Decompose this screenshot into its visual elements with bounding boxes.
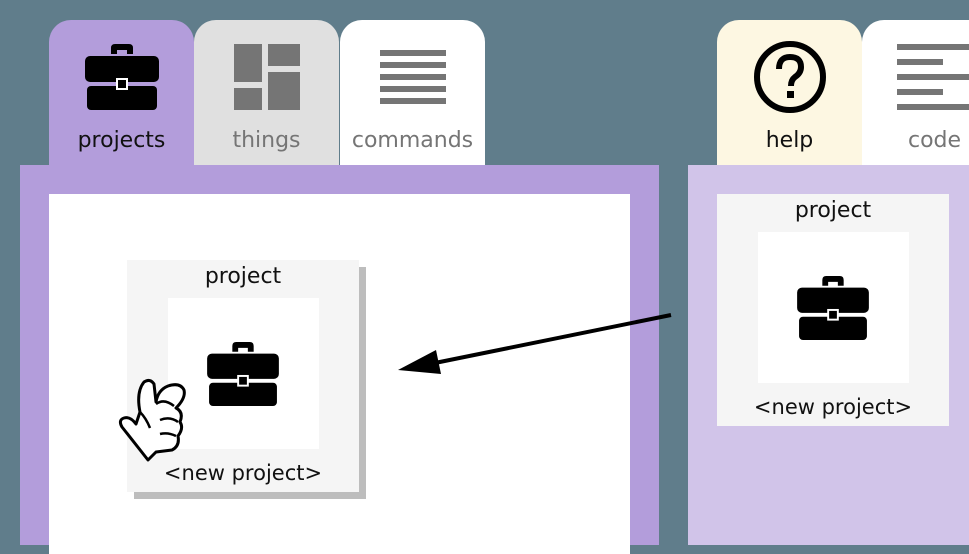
card-name: <new project> (754, 395, 912, 419)
tab-label: code (908, 130, 961, 152)
tab-code[interactable]: code (862, 20, 969, 165)
tab-label: help (766, 130, 814, 152)
briefcase-icon (207, 342, 279, 406)
briefcase-icon (85, 42, 159, 112)
code-lines-icon (897, 42, 969, 112)
tab-commands[interactable]: commands (340, 20, 485, 165)
tab-things[interactable]: things (194, 20, 339, 165)
tab-label: projects (78, 130, 166, 152)
card-title: project (795, 198, 871, 224)
help-circle-icon (753, 42, 827, 112)
hand-cursor-icon (110, 372, 190, 467)
tab-label: commands (352, 130, 473, 152)
project-card-template[interactable]: project <new project> (717, 194, 949, 426)
dashboard-icon (234, 42, 300, 112)
briefcase-icon (797, 276, 869, 340)
card-icon-box (758, 232, 909, 383)
tab-projects[interactable]: projects (49, 20, 194, 165)
lines-icon (380, 42, 446, 112)
tab-help[interactable]: help (717, 20, 862, 165)
tab-label: things (232, 130, 300, 152)
card-title: project (205, 264, 281, 290)
card-icon-box (168, 298, 319, 449)
